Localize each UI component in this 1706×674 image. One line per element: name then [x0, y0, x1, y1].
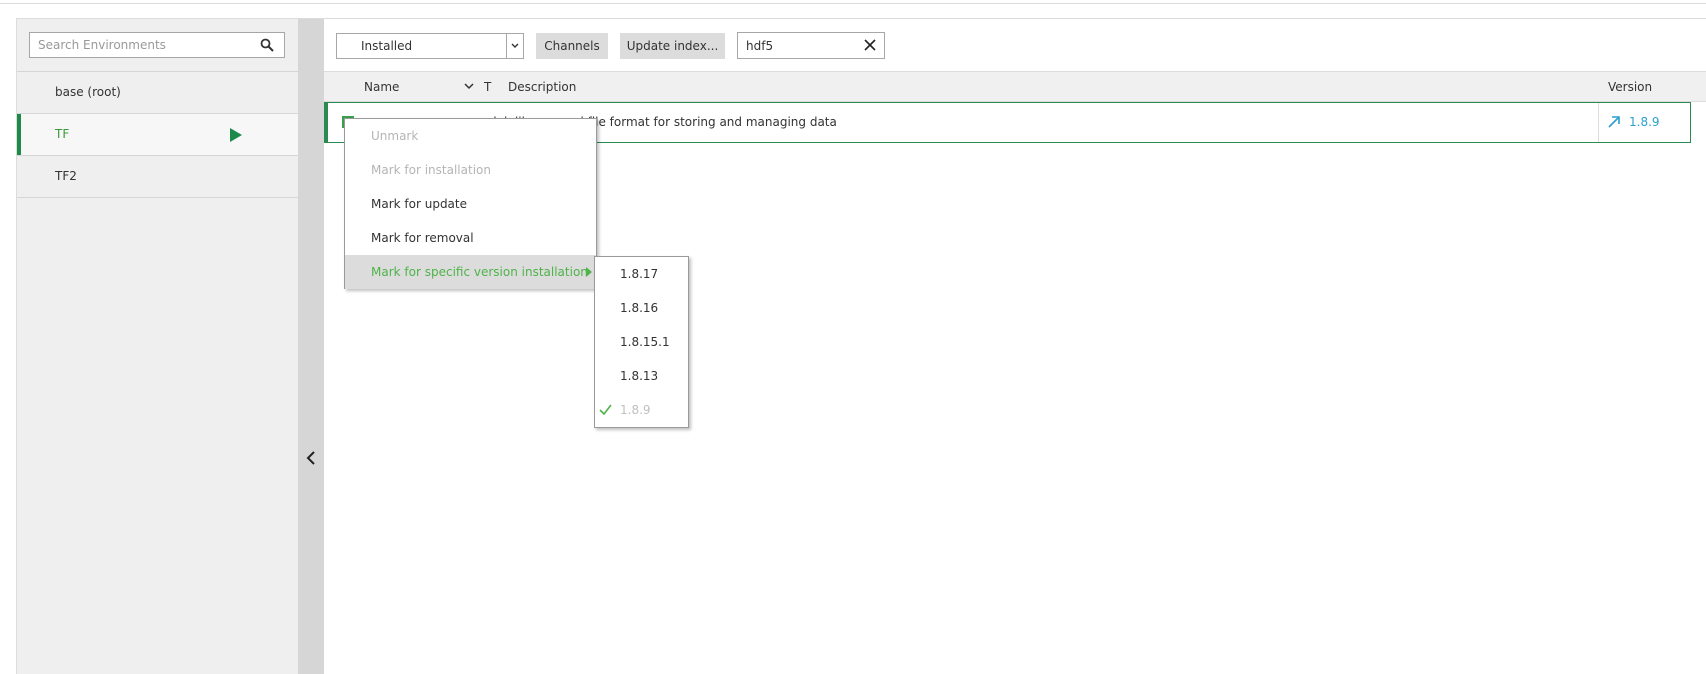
play-icon[interactable] [230, 128, 242, 142]
environment-label: TF2 [55, 169, 77, 183]
menu-item-mark-for-update[interactable]: Mark for update [345, 187, 596, 221]
sidebar-splitter[interactable] [298, 19, 324, 674]
version-option-label: 1.8.16 [620, 301, 659, 315]
package-search-box [737, 32, 885, 59]
upgrade-arrow-icon[interactable] [1607, 115, 1621, 129]
version-submenu: 1.8.17 1.8.16 1.8.15.1 1.8.13 1.8.9 [594, 256, 689, 428]
version-option-label: 1.8.15.1 [620, 335, 670, 349]
menu-item-label: Mark for removal [371, 231, 474, 245]
menu-item-mark-for-specific-version[interactable]: Mark for specific version installation [345, 255, 596, 289]
window-top-border [0, 3, 1706, 4]
package-version[interactable]: 1.8.9 [1629, 115, 1660, 129]
version-option[interactable]: 1.8.16 [595, 291, 688, 325]
channels-button[interactable]: Channels [536, 33, 608, 59]
version-option-label: 1.8.9 [620, 403, 651, 417]
update-index-button[interactable]: Update index... [620, 33, 725, 59]
menu-item-unmark[interactable]: Unmark [345, 119, 596, 153]
environment-search-input[interactable] [38, 33, 248, 57]
menu-item-label: Mark for update [371, 197, 467, 211]
package-search-input[interactable] [746, 33, 856, 58]
environment-label: base (root) [55, 85, 121, 99]
column-header-version[interactable]: Version [1608, 80, 1652, 94]
version-option-current[interactable]: 1.8.9 [595, 393, 688, 427]
column-header-type[interactable]: T [484, 80, 491, 94]
chevron-down-icon [511, 43, 519, 48]
clear-icon[interactable] [864, 39, 876, 51]
filter-dropdown-toggle[interactable] [506, 34, 523, 58]
triangle-right-icon [586, 267, 592, 277]
environment-item-base[interactable]: base (root) [17, 72, 298, 114]
version-cell: 1.8.9 [1598, 103, 1693, 142]
check-icon [599, 404, 612, 415]
menu-item-mark-for-removal[interactable]: Mark for removal [345, 221, 596, 255]
environment-item-tf[interactable]: TF [17, 114, 298, 156]
package-context-menu: Unmark Mark for installation Mark for up… [344, 118, 597, 289]
menu-item-label: Unmark [371, 129, 419, 143]
menu-item-label: Mark for specific version installation [371, 265, 588, 279]
environment-label: TF [55, 127, 70, 141]
search-icon[interactable] [260, 38, 274, 52]
chevron-down-icon[interactable] [464, 82, 474, 90]
filter-selected-value: Installed [361, 39, 413, 53]
column-header-description[interactable]: Description [508, 80, 576, 94]
version-option[interactable]: 1.8.13 [595, 359, 688, 393]
version-option[interactable]: 1.8.17 [595, 257, 688, 291]
menu-item-label: Mark for installation [371, 163, 491, 177]
environment-item-tf2[interactable]: TF2 [17, 156, 298, 198]
package-filter-select[interactable]: Installed [336, 33, 524, 59]
column-header-name[interactable]: Name [364, 80, 399, 94]
version-option-label: 1.8.13 [620, 369, 659, 383]
version-option-label: 1.8.17 [620, 267, 659, 281]
version-option[interactable]: 1.8.15.1 [595, 325, 688, 359]
environment-search-box [29, 32, 285, 58]
chevron-left-icon[interactable] [306, 451, 316, 465]
package-table-header: Name T Description Version [324, 71, 1706, 102]
menu-item-mark-for-installation[interactable]: Mark for installation [345, 153, 596, 187]
